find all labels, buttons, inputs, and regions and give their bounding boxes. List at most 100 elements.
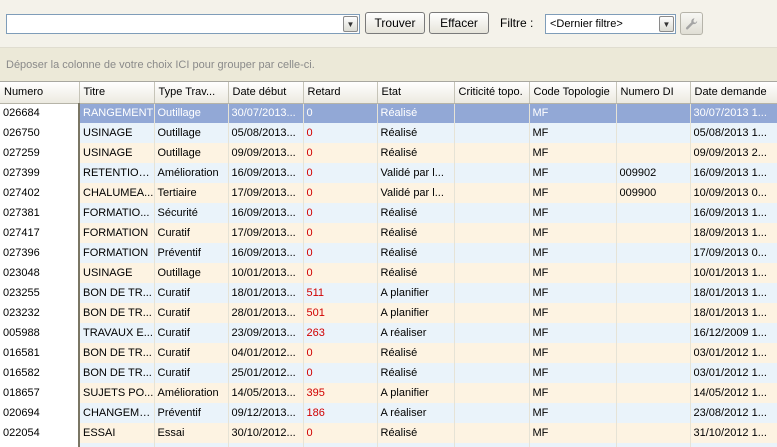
cell-retard[interactable]: 511 — [303, 283, 378, 303]
cell-numero-di[interactable] — [616, 263, 691, 283]
cell-retard[interactable] — [303, 443, 378, 447]
column-header-numero-di[interactable]: Numero DI — [616, 82, 691, 104]
cell-numero[interactable]: 027381 — [0, 203, 80, 223]
cell-date-demande[interactable]: 14/05/2012 1... — [690, 383, 777, 403]
table-row[interactable]: 027381 FORMATIO... Sécurité 16/09/2013... 0 R… — [0, 203, 777, 223]
cell-code-topologie[interactable]: MF — [529, 403, 617, 423]
cell-code-topologie[interactable]: MF — [529, 183, 617, 203]
cell-type-travaux[interactable]: Curatif — [154, 323, 229, 343]
table-row[interactable]: 023255 BON DE TR... Curatif 18/01/2013... 51… — [0, 283, 777, 303]
cell-type-travaux[interactable]: Outillage — [154, 103, 229, 123]
cell-etat[interactable]: Réalisé — [377, 343, 455, 363]
column-header-date-debut[interactable]: Date début — [228, 82, 304, 104]
cell-date-debut[interactable]: 05/08/2013... — [228, 123, 304, 143]
cell-criticite-topo[interactable] — [454, 123, 530, 143]
find-button[interactable]: Trouver — [365, 12, 425, 34]
cell-date-debut[interactable]: 25/01/2012... — [228, 363, 304, 383]
table-row[interactable]: 026684 RANGEMENT Outillage 30/07/2013... 0 Ré… — [0, 103, 777, 123]
cell-numero[interactable]: 018657 — [0, 383, 80, 403]
cell-date-debut[interactable]: 10/01/2013... — [228, 263, 304, 283]
cell-date-debut[interactable]: 18/01/2013... — [228, 283, 304, 303]
cell-numero-di[interactable]: 009902 — [616, 163, 691, 183]
cell-code-topologie[interactable]: MF — [529, 323, 617, 343]
cell-titre[interactable]: ESSAI — [79, 423, 155, 443]
cell-date-demande[interactable]: 10/09/2013 0... — [690, 183, 777, 203]
cell-criticite-topo[interactable] — [454, 383, 530, 403]
cell-code-topologie[interactable]: MF — [529, 303, 617, 323]
cell-titre[interactable]: TRAVAUX E... — [79, 323, 155, 343]
cell-etat[interactable]: A réaliser — [377, 403, 455, 423]
cell-titre[interactable]: CHALUMEA... — [79, 183, 155, 203]
cell-date-debut[interactable]: 16/09/2013... — [228, 203, 304, 223]
cell-titre[interactable]: BON DE TR... — [79, 343, 155, 363]
cell-numero-di[interactable]: 009900 — [616, 183, 691, 203]
cell-type-travaux[interactable]: Préventif — [154, 243, 229, 263]
cell-retard[interactable]: 0 — [303, 203, 378, 223]
cell-etat[interactable]: A planifier — [377, 383, 455, 403]
cell-numero[interactable]: 027402 — [0, 183, 80, 203]
cell-criticite-topo[interactable] — [454, 423, 530, 443]
cell-numero[interactable]: 022054 — [0, 423, 80, 443]
cell-date-debut[interactable]: 23/09/2013... — [228, 323, 304, 343]
cell-type-travaux[interactable]: Curatif — [154, 363, 229, 383]
cell-etat[interactable]: A planifier — [377, 303, 455, 323]
cell-date-debut[interactable]: 14/05/2013... — [228, 383, 304, 403]
column-header-titre[interactable]: Titre — [79, 82, 155, 104]
cell-numero-di[interactable] — [616, 443, 691, 447]
cell-numero-di[interactable] — [616, 123, 691, 143]
cell-date-debut[interactable] — [228, 443, 304, 447]
chevron-down-icon[interactable]: ▼ — [343, 16, 358, 32]
cell-type-travaux[interactable]: Curatif — [154, 303, 229, 323]
cell-numero[interactable]: 016582 — [0, 363, 80, 383]
cell-etat[interactable]: Réalisé — [377, 143, 455, 163]
cell-etat[interactable]: Réalisé — [377, 263, 455, 283]
cell-etat[interactable] — [377, 443, 455, 447]
cell-code-topologie[interactable]: MF — [529, 203, 617, 223]
cell-date-demande[interactable]: 03/01/2012 1... — [690, 343, 777, 363]
table-row[interactable]: 027417 FORMATION Curatif 17/09/2013... 0 Réal… — [0, 223, 777, 243]
cell-etat[interactable]: Réalisé — [377, 223, 455, 243]
cell-retard[interactable]: 0 — [303, 163, 378, 183]
cell-date-demande[interactable]: 09/09/2013 2... — [690, 143, 777, 163]
cell-type-travaux[interactable]: Outillage — [154, 143, 229, 163]
cell-numero-di[interactable] — [616, 203, 691, 223]
search-combobox[interactable]: ▼ — [6, 14, 360, 34]
cell-etat[interactable]: A planifier — [377, 283, 455, 303]
cell-type-travaux[interactable]: Outillage — [154, 123, 229, 143]
cell-titre[interactable]: BON DE TR... — [79, 283, 155, 303]
cell-date-debut[interactable]: 17/09/2013... — [228, 183, 304, 203]
cell-titre[interactable]: RETENTION... — [79, 163, 155, 183]
cell-numero-di[interactable] — [616, 403, 691, 423]
cell-retard[interactable]: 0 — [303, 123, 378, 143]
cell-date-demande[interactable]: 18/01/2013 1... — [690, 283, 777, 303]
cell-date-debut[interactable]: 16/09/2013... — [228, 243, 304, 263]
cell-criticite-topo[interactable] — [454, 103, 530, 123]
cell-retard[interactable]: 501 — [303, 303, 378, 323]
cell-retard[interactable]: 0 — [303, 103, 378, 123]
cell-retard[interactable]: 0 — [303, 223, 378, 243]
cell-numero-di[interactable] — [616, 423, 691, 443]
cell-numero-di[interactable] — [616, 383, 691, 403]
cell-criticite-topo[interactable] — [454, 243, 530, 263]
cell-date-demande[interactable]: 17/09/2013 0... — [690, 243, 777, 263]
cell-etat[interactable]: Validé par l... — [377, 163, 455, 183]
cell-type-travaux[interactable]: Préventif — [154, 403, 229, 423]
cell-criticite-topo[interactable] — [454, 143, 530, 163]
cell-titre[interactable]: USINAGE — [79, 263, 155, 283]
cell-numero-di[interactable] — [616, 223, 691, 243]
cell-code-topologie[interactable]: MF — [529, 423, 617, 443]
cell-type-travaux[interactable]: Sécurité — [154, 203, 229, 223]
cell-date-debut[interactable]: 16/09/2013... — [228, 163, 304, 183]
cell-titre[interactable]: FORMATIO... — [79, 203, 155, 223]
cell-etat[interactable]: Réalisé — [377, 103, 455, 123]
cell-date-demande[interactable]: 16/09/2013 1... — [690, 163, 777, 183]
cell-code-topologie[interactable]: MF — [529, 343, 617, 363]
table-row[interactable]: 023048 USINAGE Outillage 10/01/2013... 0 Réal… — [0, 263, 777, 283]
cell-type-travaux[interactable] — [154, 443, 229, 447]
cell-numero[interactable]: 027399 — [0, 163, 80, 183]
filter-select[interactable]: <Dernier filtre> ▼ — [545, 14, 676, 34]
cell-titre[interactable]: BON DE TR... — [79, 363, 155, 383]
cell-retard[interactable]: 0 — [303, 263, 378, 283]
cell-code-topologie[interactable]: MF — [529, 163, 617, 183]
cell-date-demande[interactable]: 31/10/2012 1... — [690, 423, 777, 443]
